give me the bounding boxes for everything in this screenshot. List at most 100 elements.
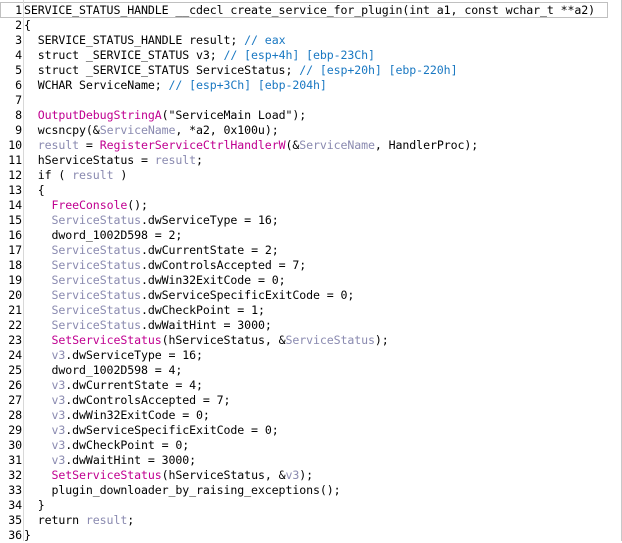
code-comment: // eax xyxy=(244,33,286,47)
code-line[interactable]: 29 v3.dwServiceSpecificExitCode = 0; xyxy=(0,423,279,438)
code-text: SetServiceStatus(hServiceStatus, &Servic… xyxy=(22,333,389,348)
code-line[interactable]: 18 ServiceStatus.dwControlsAccepted = 7; xyxy=(0,258,306,273)
code-token: .dwWin32ExitCode = 0; xyxy=(65,408,210,422)
code-line[interactable]: 15 ServiceStatus.dwServiceType = 16; xyxy=(0,213,279,228)
code-token: .dwCurrentState = 4; xyxy=(65,378,203,392)
code-token: } xyxy=(24,498,45,512)
code-line[interactable]: 10 result = RegisterServiceCtrlHandlerW(… xyxy=(0,138,478,153)
code-token: return xyxy=(24,513,86,527)
code-token: if ( xyxy=(24,168,73,182)
code-token: .dwServiceType = 16; xyxy=(140,213,279,227)
code-line[interactable]: 28 v3.dwWin32ExitCode = 0; xyxy=(0,408,210,423)
code-line[interactable]: 24 v3.dwServiceType = 16; xyxy=(0,348,203,363)
code-text: v3.dwServiceSpecificExitCode = 0; xyxy=(22,423,279,438)
code-line[interactable]: 1 SERVICE_STATUS_HANDLE __cdecl create_se… xyxy=(0,3,595,18)
code-line[interactable]: 19 ServiceStatus.dwWin32ExitCode = 0; xyxy=(0,273,285,288)
code-line[interactable]: 31 v3.dwWaitHint = 3000; xyxy=(0,453,196,468)
line-number: 24 xyxy=(8,348,22,362)
code-text: OutputDebugStringA("ServiceMain Load"); xyxy=(22,108,306,123)
code-line[interactable]: 3 SERVICE_STATUS_HANDLE result; // eax xyxy=(0,33,285,48)
code-text: return result; xyxy=(22,513,134,528)
line-number: 19 xyxy=(8,273,22,287)
pseudocode-view[interactable]: 1 SERVICE_STATUS_HANDLE __cdecl create_se… xyxy=(0,0,622,542)
code-token: .dwWin32ExitCode = 0; xyxy=(140,273,286,287)
code-line[interactable]: 12 if ( result ) xyxy=(0,168,127,183)
code-token: ) xyxy=(113,168,128,182)
code-token: wcsncpy(& xyxy=(24,123,100,137)
line-number: 5 xyxy=(15,63,22,77)
code-variable: ServiceStatus xyxy=(51,318,142,332)
code-token: (& xyxy=(285,138,300,152)
code-token: .dwControlsAccepted = 7; xyxy=(140,258,307,272)
line-number: 4 xyxy=(15,48,22,62)
code-line[interactable]: 27 v3.dwControlsAccepted = 7; xyxy=(0,393,230,408)
code-line[interactable]: 21 ServiceStatus.dwCheckPoint = 1; xyxy=(0,303,265,318)
code-line[interactable]: 23 SetServiceStatus(hServiceStatus, &Ser… xyxy=(0,333,389,348)
code-function: OutputDebugStringA xyxy=(37,108,162,122)
code-variable: ServiceStatus xyxy=(51,273,142,287)
code-line[interactable]: 2{ xyxy=(0,18,31,33)
code-variable: ServiceStatus xyxy=(51,213,142,227)
code-token: SERVICE_STATUS_HANDLE result; xyxy=(24,33,245,47)
code-text: v3.dwCurrentState = 4; xyxy=(22,378,203,393)
line-number: 30 xyxy=(8,438,22,452)
code-text: ServiceStatus.dwWin32ExitCode = 0; xyxy=(22,273,286,288)
code-line[interactable]: 6 WCHAR ServiceName; // [esp+3Ch] [ebp-2… xyxy=(0,78,327,93)
code-line[interactable]: 4 struct _SERVICE_STATUS v3; // [esp+4h]… xyxy=(0,48,375,63)
code-token: { xyxy=(24,183,45,197)
code-line[interactable]: 26 v3.dwCurrentState = 4; xyxy=(0,378,203,393)
line-number: 8 xyxy=(15,108,22,122)
code-text: v3.dwServiceType = 16; xyxy=(22,348,203,363)
code-text: SetServiceStatus(hServiceStatus, &v3); xyxy=(22,468,314,483)
code-token: = xyxy=(79,138,100,152)
line-number: 13 xyxy=(8,183,22,197)
code-line[interactable]: 33 plugin_downloader_by_raising_exceptio… xyxy=(0,483,340,498)
code-token: , HandlerProc); xyxy=(374,138,479,152)
code-line[interactable]: 35 return result; xyxy=(0,513,134,528)
code-token: SERVICE_STATUS_HANDLE __cdecl create_ser… xyxy=(24,3,596,17)
code-line[interactable]: 17 ServiceStatus.dwCurrentState = 2; xyxy=(0,243,279,258)
code-comment: // [esp+3Ch] [ebp-204h] xyxy=(168,78,327,92)
code-token: struct _SERVICE_STATUS v3; xyxy=(24,48,224,62)
code-token: .dwWaitHint = 3000; xyxy=(140,318,272,332)
code-text: ServiceStatus.dwWaitHint = 3000; xyxy=(22,318,272,333)
code-line[interactable]: 20 ServiceStatus.dwServiceSpecificExitCo… xyxy=(0,288,354,303)
code-text: ServiceStatus.dwCurrentState = 2; xyxy=(22,243,279,258)
code-text: SERVICE_STATUS_HANDLE __cdecl create_ser… xyxy=(22,3,595,18)
code-function: FreeConsole xyxy=(51,198,128,212)
code-line[interactable]: 25 dword_1002D598 = 4; xyxy=(0,363,182,378)
code-line[interactable]: 9 wcsncpy(&ServiceName, *a2, 0x100u); xyxy=(0,123,279,138)
code-line[interactable]: 34 } xyxy=(0,498,45,513)
code-line[interactable]: 8 OutputDebugStringA("ServiceMain Load")… xyxy=(0,108,306,123)
code-line[interactable]: 22 ServiceStatus.dwWaitHint = 3000; xyxy=(0,318,272,333)
code-line[interactable]: 14 FreeConsole(); xyxy=(0,198,148,213)
code-text: ServiceStatus.dwControlsAccepted = 7; xyxy=(22,258,307,273)
code-comment: // [esp+4h] [ebp-23Ch] xyxy=(223,48,375,62)
code-token: .dwServiceSpecificExitCode = 0; xyxy=(140,288,355,302)
code-function: RegisterServiceCtrlHandlerW xyxy=(99,138,286,152)
code-variable: ServiceStatus xyxy=(51,288,142,302)
code-text: v3.dwControlsAccepted = 7; xyxy=(22,393,231,408)
code-variable: ServiceStatus xyxy=(51,243,142,257)
code-text: ServiceStatus.dwCheckPoint = 1; xyxy=(22,303,265,318)
code-line[interactable]: 16 dword_1002D598 = 2; xyxy=(0,228,182,243)
code-line[interactable]: 5 struct _SERVICE_STATUS ServiceStatus; … xyxy=(0,63,457,78)
code-text: result = RegisterServiceCtrlHandlerW(&Se… xyxy=(22,138,478,153)
line-number: 27 xyxy=(8,393,22,407)
line-number: 17 xyxy=(8,243,22,257)
code-line[interactable]: 7 xyxy=(0,93,24,108)
code-function: SetServiceStatus xyxy=(51,468,162,482)
code-variable: v3 xyxy=(51,378,66,392)
line-number: 18 xyxy=(8,258,22,272)
code-line[interactable]: 30 v3.dwCheckPoint = 0; xyxy=(0,438,189,453)
code-line[interactable]: 13 { xyxy=(0,183,45,198)
line-number: 6 xyxy=(15,78,22,92)
code-line[interactable]: 11 hServiceStatus = result; xyxy=(0,153,203,168)
code-line[interactable]: 32 SetServiceStatus(hServiceStatus, &v3)… xyxy=(0,468,313,483)
